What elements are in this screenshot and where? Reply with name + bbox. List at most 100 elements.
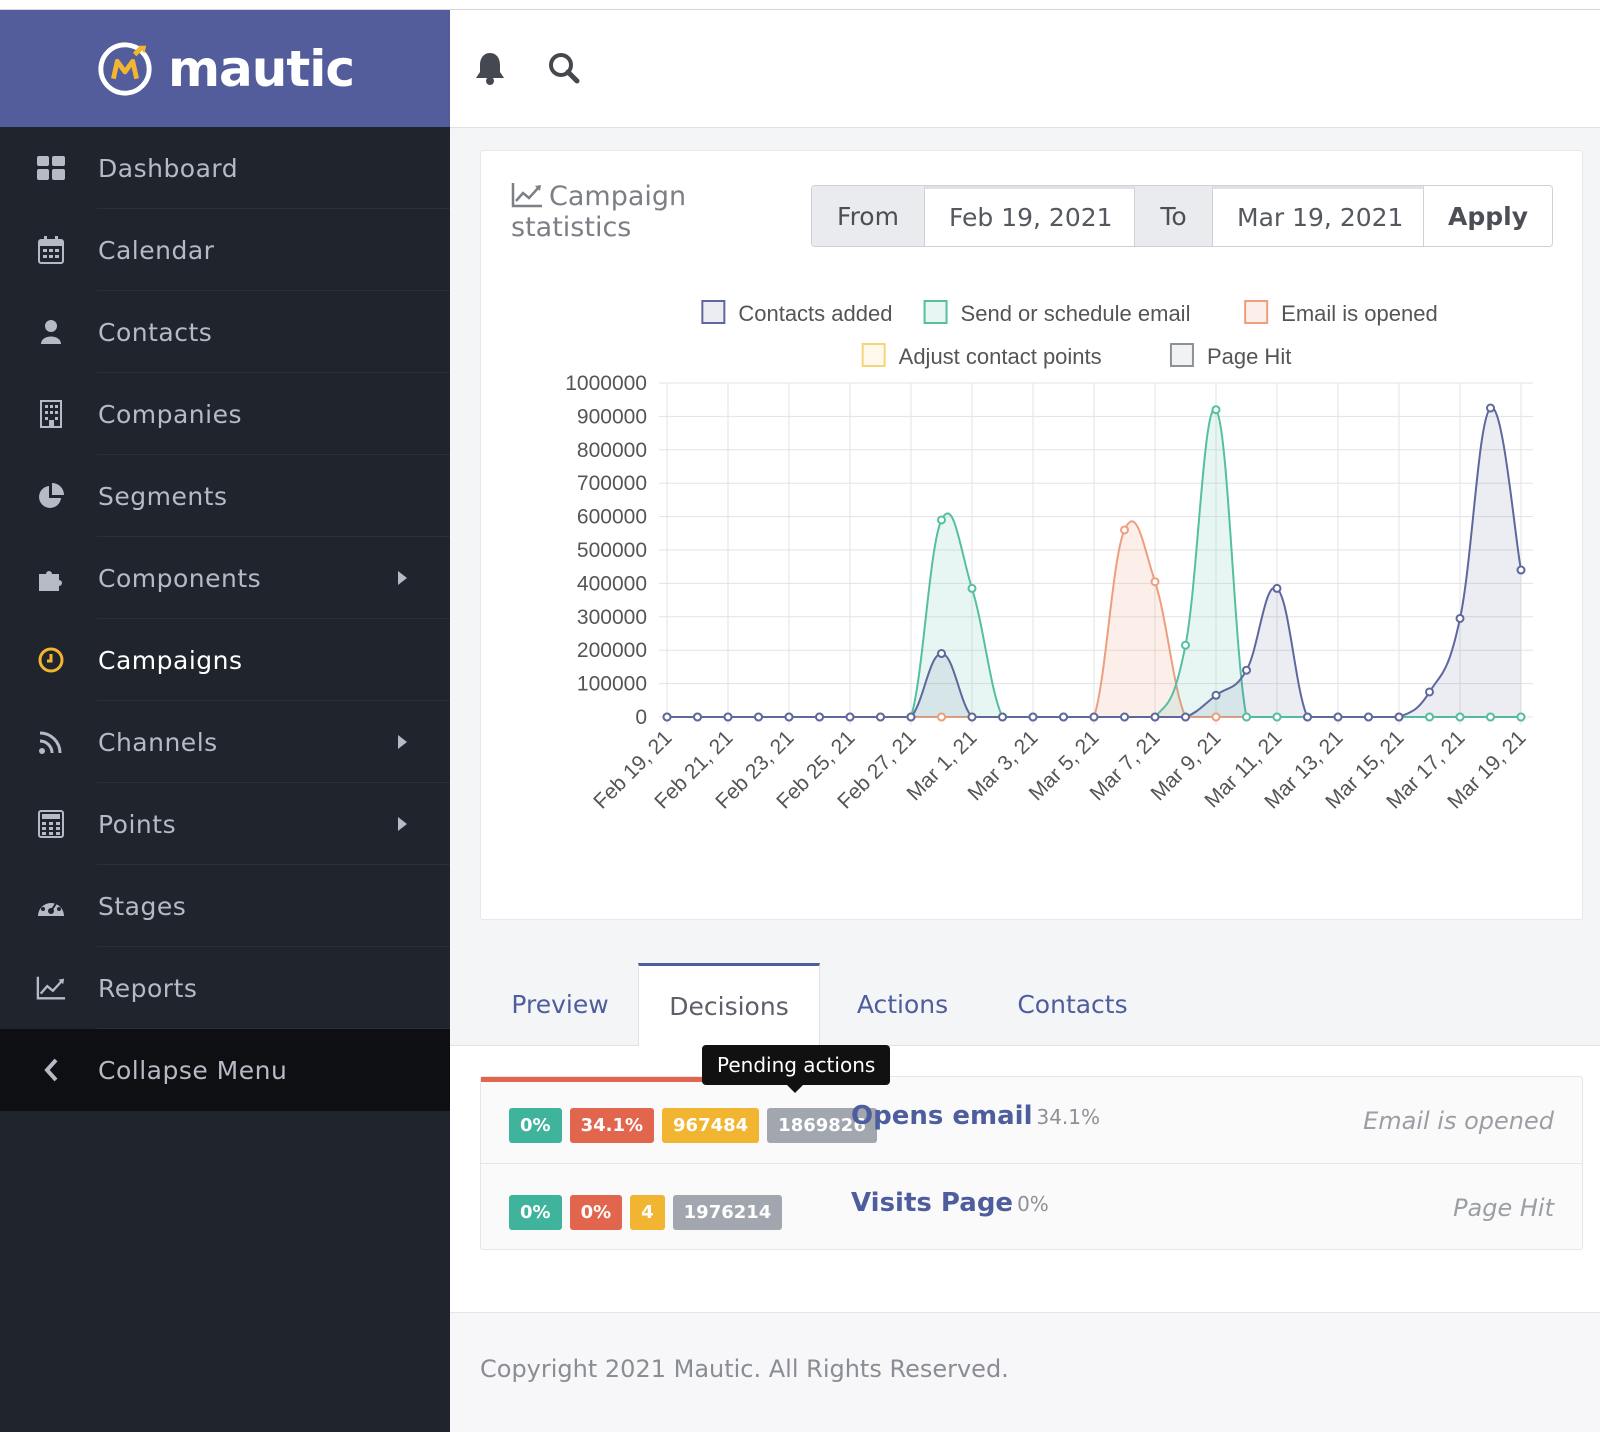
- calculator-icon: [36, 809, 66, 839]
- data-point: [1486, 712, 1495, 722]
- data-point: [754, 712, 763, 722]
- stats-badges: 0% 34.1% 967484 1869826: [509, 1108, 877, 1143]
- tooltip: Pending actions: [702, 1045, 891, 1093]
- list-item[interactable]: 0% 0% 4 1976214 Visits Page 0% Page Hit: [481, 1163, 1582, 1249]
- line-chart-icon: [36, 973, 66, 1003]
- y-tick-label: 1000000: [565, 372, 647, 395]
- y-tick-label: 700000: [577, 472, 647, 495]
- legend-label: Page Hit: [1207, 344, 1291, 369]
- data-point: [662, 712, 672, 722]
- sidebar-item-calendar[interactable]: Calendar: [0, 209, 450, 291]
- top-border: [0, 0, 1600, 10]
- y-tick-label: 200000: [577, 639, 647, 662]
- data-point: [1120, 712, 1129, 722]
- sidebar-item-companies[interactable]: Companies: [0, 373, 450, 455]
- sidebar-item-label: Calendar: [98, 235, 215, 265]
- sidebar-item-contacts[interactable]: Contacts: [0, 291, 450, 373]
- dashboard-icon: [36, 153, 66, 183]
- sidebar-nav: Dashboard Calendar Contacts Companies Se…: [0, 127, 450, 1111]
- data-point: [937, 712, 946, 722]
- tab-contacts[interactable]: Contacts: [985, 963, 1160, 1046]
- collapse-menu-button[interactable]: Collapse Menu: [0, 1029, 450, 1111]
- y-tick-label: 600000: [577, 506, 647, 529]
- y-tick-label: 500000: [577, 539, 647, 562]
- brand-header[interactable]: mautic: [0, 10, 450, 127]
- decision-name: Visits Page: [851, 1188, 1014, 1218]
- decision-type: Page Hit: [1453, 1194, 1554, 1222]
- count-badge: 4: [630, 1195, 665, 1230]
- data-point: [967, 712, 977, 722]
- caret-right-icon: [398, 817, 407, 831]
- sidebar-item-segments[interactable]: Segments: [0, 455, 450, 537]
- sidebar-item-label: Dashboard: [98, 153, 239, 183]
- y-tick-label: 100000: [577, 673, 647, 696]
- success-badge: 0%: [509, 1195, 562, 1230]
- sidebar-item-dashboard[interactable]: Dashboard: [0, 127, 450, 209]
- legend-swatch: [861, 343, 886, 367]
- legend-label: Send or schedule email: [961, 301, 1191, 326]
- puzzle-icon: [36, 563, 66, 593]
- tab-preview[interactable]: Preview: [480, 963, 640, 1046]
- sidebar-item-label: Segments: [98, 481, 228, 511]
- chevron-left-icon: [36, 1055, 66, 1085]
- data-point: [1516, 565, 1526, 575]
- campaign-statistics-panel: Campaign statistics From Feb 19, 2021 To…: [480, 150, 1583, 920]
- sidebar-item-label: Campaigns: [98, 645, 243, 675]
- pie-chart-icon: [36, 481, 66, 511]
- tab-decisions[interactable]: Decisions: [638, 963, 820, 1047]
- data-point: [784, 712, 794, 722]
- sidebar-item-label: Reports: [98, 973, 198, 1003]
- sidebar-item-reports[interactable]: Reports: [0, 947, 450, 1029]
- y-tick-label: 0: [635, 706, 647, 729]
- main-content: Campaign statistics From Feb 19, 2021 To…: [450, 128, 1600, 1432]
- tachometer-icon: [36, 891, 66, 921]
- data-point: [937, 515, 946, 525]
- bell-icon[interactable]: [472, 50, 508, 86]
- sidebar-item-label: Channels: [98, 727, 218, 757]
- y-tick-label: 900000: [577, 405, 647, 428]
- sidebar-item-components[interactable]: Components: [0, 537, 450, 619]
- sidebar-item-stages[interactable]: Stages: [0, 865, 450, 947]
- data-point: [1425, 712, 1434, 722]
- sidebar-item-channels[interactable]: Channels: [0, 701, 450, 783]
- data-point: [906, 712, 916, 722]
- data-point: [1211, 712, 1221, 722]
- data-point: [1242, 712, 1251, 722]
- app: mautic Dashboard Calendar Contacts Compa…: [0, 0, 1600, 1432]
- building-icon: [36, 399, 66, 429]
- top-header: [450, 10, 1600, 128]
- data-point: [1272, 712, 1282, 722]
- data-point: [1211, 405, 1221, 415]
- pending-actions-badge[interactable]: 1976214: [672, 1195, 783, 1230]
- stats-badges: 0% 0% 4 1976214: [509, 1195, 783, 1230]
- y-tick-label: 300000: [577, 606, 647, 629]
- data-point: [1272, 583, 1282, 593]
- data-point: [1150, 577, 1160, 587]
- decision-title[interactable]: Opens email 34.1%: [851, 1101, 1100, 1131]
- legend-swatch: [1169, 343, 1194, 367]
- search-icon[interactable]: [546, 50, 582, 86]
- clock-icon: [36, 645, 66, 675]
- success-badge: 0%: [509, 1108, 562, 1143]
- data-point: [1089, 712, 1099, 722]
- rss-icon: [36, 727, 66, 757]
- data-point: [1150, 712, 1160, 722]
- decision-title[interactable]: Visits Page 0%: [851, 1188, 1049, 1218]
- sidebar-item-label: Contacts: [98, 317, 213, 347]
- data-point: [1028, 712, 1038, 722]
- data-point: [1333, 712, 1343, 722]
- data-point: [1242, 665, 1251, 675]
- sidebar-item-label: Components: [98, 563, 262, 593]
- caret-right-icon: [398, 571, 407, 585]
- data-point: [998, 712, 1007, 722]
- legend-swatch: [923, 300, 948, 324]
- sidebar-item-campaigns[interactable]: Campaigns: [0, 619, 450, 701]
- decisions-tab-content: 0% 34.1% 967484 1869826 Opens email 34.1%…: [450, 1046, 1600, 1322]
- decisions-list: 0% 34.1% 967484 1869826 Opens email 34.1%…: [480, 1076, 1583, 1250]
- list-item[interactable]: 0% 34.1% 967484 1869826 Opens email 34.1%…: [481, 1077, 1582, 1163]
- data-point: [1059, 712, 1068, 722]
- sidebar-item-points[interactable]: Points: [0, 783, 450, 865]
- tab-actions[interactable]: Actions: [820, 963, 985, 1046]
- data-point: [1516, 712, 1526, 722]
- legend-swatch: [1244, 300, 1269, 324]
